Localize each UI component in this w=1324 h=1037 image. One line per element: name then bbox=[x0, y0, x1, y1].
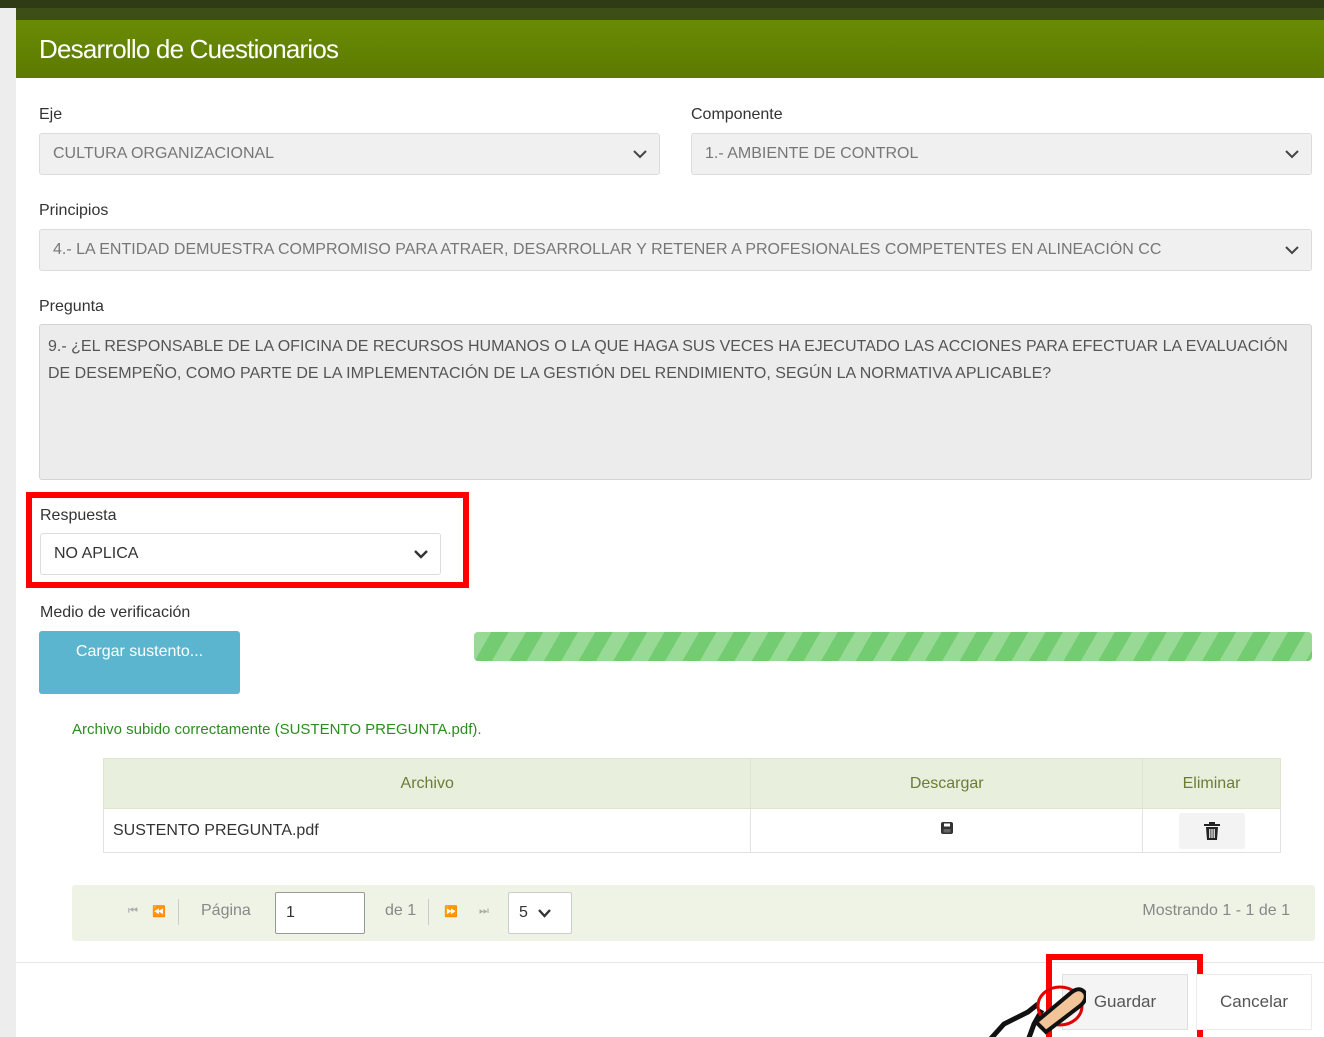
chevron-down-icon bbox=[538, 908, 551, 918]
column-header-archivo: Archivo bbox=[102, 758, 752, 809]
eje-select-value: CULTURA ORGANIZACIONAL bbox=[53, 145, 275, 162]
showing-records-text: Mostrando 1 - 1 de 1 bbox=[1142, 902, 1290, 919]
modal-header: Desarrollo de Cuestionarios bbox=[16, 8, 1324, 78]
first-page-icon[interactable]: ⏮ bbox=[128, 905, 138, 918]
principios-label: Principios bbox=[39, 202, 109, 219]
top-strip bbox=[0, 0, 1324, 8]
chevron-down-icon bbox=[1273, 230, 1311, 270]
pregunta-textarea[interactable]: 9.- ¿EL RESPONSABLE DE LA OFICINA DE REC… bbox=[39, 324, 1312, 480]
download-cell bbox=[750, 808, 1144, 853]
page-of-label: de 1 bbox=[385, 902, 417, 919]
modal-title: Desarrollo de Cuestionarios bbox=[39, 33, 339, 64]
chevron-down-icon bbox=[621, 134, 659, 174]
eje-select[interactable]: CULTURA ORGANIZACIONAL bbox=[39, 133, 660, 175]
componente-select[interactable]: 1.- AMBIENTE DE CONTROL bbox=[691, 133, 1312, 175]
pager-divider bbox=[178, 899, 179, 925]
page-size-select[interactable]: 5 bbox=[508, 892, 572, 934]
principios-select-value: 4.- LA ENTIDAD DEMUESTRA COMPROMISO PARA… bbox=[53, 241, 1162, 258]
chevron-down-icon bbox=[1273, 134, 1311, 174]
table-header-row: Archivo Descargar Eliminar bbox=[102, 758, 1281, 809]
upload-progress-bar bbox=[474, 632, 1312, 661]
column-header-eliminar: Eliminar bbox=[1142, 758, 1281, 809]
table-row: SUSTENTO PREGUNTA.pdf bbox=[102, 808, 1281, 853]
cuestionario-modal: Desarrollo de Cuestionarios Eje CULTURA … bbox=[16, 8, 1324, 1037]
delete-cell bbox=[1142, 808, 1281, 853]
respuesta-select-value: NO APLICA bbox=[54, 545, 139, 562]
page-input[interactable]: 1 bbox=[275, 892, 365, 934]
save-icon[interactable] bbox=[940, 821, 953, 839]
last-page-icon[interactable]: ⏭ bbox=[479, 905, 489, 918]
prev-page-icon[interactable]: ⏪ bbox=[152, 905, 166, 918]
respuesta-label: Respuesta bbox=[40, 507, 117, 524]
pagination-bar: ⏮ ⏪ Página 1 de 1 ⏩ ⏭ 5 Mostrando 1 - 1 … bbox=[72, 885, 1315, 941]
file-name-cell: SUSTENTO PREGUNTA.pdf bbox=[102, 808, 752, 853]
pager-divider bbox=[428, 899, 429, 925]
upload-success-message: Archivo subido correctamente (SUSTENTO P… bbox=[72, 721, 482, 738]
trash-icon[interactable] bbox=[1178, 812, 1245, 849]
eje-label: Eje bbox=[39, 106, 63, 123]
page-size-value: 5 bbox=[519, 904, 528, 921]
pointing-hand-icon bbox=[988, 985, 1086, 1037]
next-page-icon[interactable]: ⏩ bbox=[444, 905, 458, 918]
cancel-button[interactable]: Cancelar bbox=[1196, 974, 1312, 1030]
column-header-descargar: Descargar bbox=[750, 758, 1144, 809]
pregunta-label: Pregunta bbox=[39, 298, 104, 315]
files-table: Archivo Descargar Eliminar SUSTENTO PREG… bbox=[102, 758, 1281, 853]
principios-select[interactable]: 4.- LA ENTIDAD DEMUESTRA COMPROMISO PARA… bbox=[39, 229, 1312, 271]
respuesta-select[interactable]: NO APLICA bbox=[40, 533, 441, 575]
medio-label: Medio de verificación bbox=[40, 604, 191, 621]
componente-label: Componente bbox=[691, 106, 783, 123]
upload-button[interactable]: Cargar sustento... bbox=[39, 631, 240, 694]
chevron-down-icon bbox=[402, 534, 440, 574]
componente-select-value: 1.- AMBIENTE DE CONTROL bbox=[705, 145, 919, 162]
page-label: Página bbox=[201, 902, 251, 919]
